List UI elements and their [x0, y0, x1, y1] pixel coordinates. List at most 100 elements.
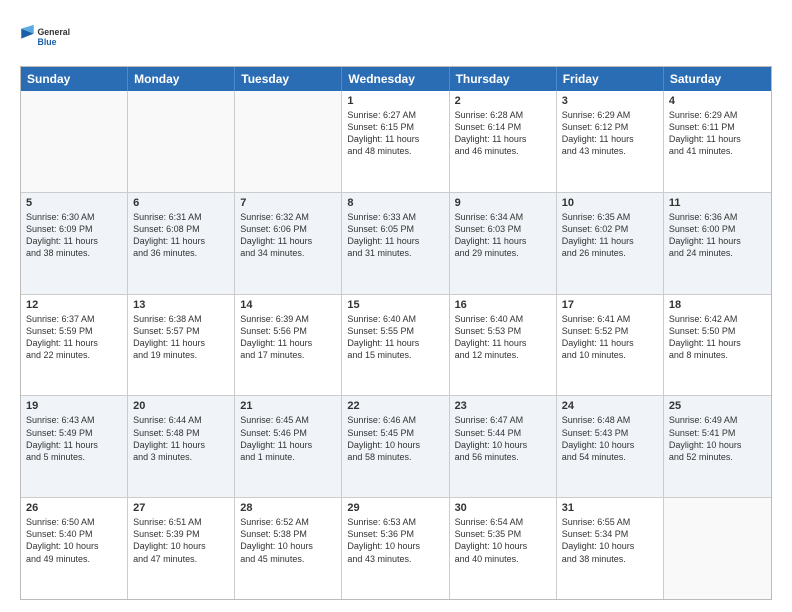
cell-info: Sunrise: 6:46 AMSunset: 5:45 PMDaylight:…	[347, 414, 443, 463]
cell-info: Sunrise: 6:49 AMSunset: 5:41 PMDaylight:…	[669, 414, 766, 463]
day-number: 11	[669, 197, 766, 209]
calendar-row-2: 5 Sunrise: 6:30 AMSunset: 6:09 PMDaylight…	[21, 192, 771, 294]
day-cell-14: 14Sunrise: 6:39 AMSunset: 5:56 PMDayligh…	[235, 295, 342, 396]
day-number: 7	[240, 197, 336, 209]
cell-info: Sunrise: 6:48 AMSunset: 5:43 PMDaylight:…	[562, 414, 658, 463]
empty-cell	[235, 91, 342, 192]
svg-text:General: General	[38, 27, 71, 37]
day-cell-6: 6 Sunrise: 6:31 AMSunset: 6:08 PMDaylight…	[128, 193, 235, 294]
day-cell-10: 10Sunrise: 6:35 AMSunset: 6:02 PMDayligh…	[557, 193, 664, 294]
day-cell-3: 3 Sunrise: 6:29 AMSunset: 6:12 PMDaylight…	[557, 91, 664, 192]
cell-info: Sunrise: 6:27 AMSunset: 6:15 PMDaylight:…	[347, 109, 443, 158]
day-number: 23	[455, 400, 551, 412]
day-cell-1: 1 Sunrise: 6:27 AMSunset: 6:15 PMDaylight…	[342, 91, 449, 192]
day-number: 16	[455, 299, 551, 311]
cell-info: Sunrise: 6:53 AMSunset: 5:36 PMDaylight:…	[347, 516, 443, 565]
day-number: 27	[133, 502, 229, 514]
day-number: 13	[133, 299, 229, 311]
day-cell-27: 27 Sunrise: 6:51 AMSunset: 5:39 PMDayligh…	[128, 498, 235, 599]
day-number: 29	[347, 502, 443, 514]
cell-info: Sunrise: 6:50 AMSunset: 5:40 PMDaylight:…	[26, 516, 122, 565]
day-cell-21: 21Sunrise: 6:45 AMSunset: 5:46 PMDayligh…	[235, 396, 342, 497]
cell-info: Sunrise: 6:38 AMSunset: 5:57 PMDaylight:…	[133, 313, 229, 362]
day-cell-20: 20 Sunrise: 6:44 AMSunset: 5:48 PMDayligh…	[128, 396, 235, 497]
header-day-saturday: Saturday	[664, 67, 771, 91]
header-day-wednesday: Wednesday	[342, 67, 449, 91]
cell-info: Sunrise: 6:52 AMSunset: 5:38 PMDaylight:…	[240, 516, 336, 565]
day-cell-31: 31 Sunrise: 6:55 AMSunset: 5:34 PMDayligh…	[557, 498, 664, 599]
cell-info: Sunrise: 6:37 AMSunset: 5:59 PMDaylight:…	[26, 313, 122, 362]
day-cell-24: 24 Sunrise: 6:48 AMSunset: 5:43 PMDayligh…	[557, 396, 664, 497]
header-day-sunday: Sunday	[21, 67, 128, 91]
day-cell-18: 18 Sunrise: 6:42 AMSunset: 5:50 PMDayligh…	[664, 295, 771, 396]
day-number: 15	[347, 299, 443, 311]
cell-info: Sunrise: 6:44 AMSunset: 5:48 PMDaylight:…	[133, 414, 229, 463]
day-cell-17: 17Sunrise: 6:41 AMSunset: 5:52 PMDayligh…	[557, 295, 664, 396]
cell-info: Sunrise: 6:32 AMSunset: 6:06 PMDaylight:…	[240, 211, 336, 260]
day-cell-29: 29 Sunrise: 6:53 AMSunset: 5:36 PMDayligh…	[342, 498, 449, 599]
cell-info: Sunrise: 6:28 AMSunset: 6:14 PMDaylight:…	[455, 109, 551, 158]
day-cell-4: 4Sunrise: 6:29 AMSunset: 6:11 PMDaylight…	[664, 91, 771, 192]
day-number: 19	[26, 400, 122, 412]
empty-cell	[664, 498, 771, 599]
day-cell-16: 16 Sunrise: 6:40 AMSunset: 5:53 PMDayligh…	[450, 295, 557, 396]
day-number: 6	[133, 197, 229, 209]
day-number: 9	[455, 197, 551, 209]
empty-cell	[21, 91, 128, 192]
day-number: 18	[669, 299, 766, 311]
day-number: 21	[240, 400, 336, 412]
day-number: 20	[133, 400, 229, 412]
empty-cell	[128, 91, 235, 192]
day-number: 14	[240, 299, 336, 311]
cell-info: Sunrise: 6:43 AMSunset: 5:49 PMDaylight:…	[26, 414, 122, 463]
cell-info: Sunrise: 6:31 AMSunset: 6:08 PMDaylight:…	[133, 211, 229, 260]
day-number: 25	[669, 400, 766, 412]
day-cell-7: 7 Sunrise: 6:32 AMSunset: 6:06 PMDaylight…	[235, 193, 342, 294]
cell-info: Sunrise: 6:55 AMSunset: 5:34 PMDaylight:…	[562, 516, 658, 565]
cell-info: Sunrise: 6:42 AMSunset: 5:50 PMDaylight:…	[669, 313, 766, 362]
day-number: 2	[455, 95, 551, 107]
day-number: 4	[669, 95, 766, 107]
header-day-tuesday: Tuesday	[235, 67, 342, 91]
day-number: 30	[455, 502, 551, 514]
day-number: 17	[562, 299, 658, 311]
day-number: 31	[562, 502, 658, 514]
svg-text:Blue: Blue	[38, 37, 57, 47]
day-number: 26	[26, 502, 122, 514]
cell-info: Sunrise: 6:33 AMSunset: 6:05 PMDaylight:…	[347, 211, 443, 260]
cell-info: Sunrise: 6:36 AMSunset: 6:00 PMDaylight:…	[669, 211, 766, 260]
header-day-monday: Monday	[128, 67, 235, 91]
calendar-row-1: 1 Sunrise: 6:27 AMSunset: 6:15 PMDaylight…	[21, 91, 771, 192]
day-cell-13: 13 Sunrise: 6:38 AMSunset: 5:57 PMDayligh…	[128, 295, 235, 396]
day-cell-12: 12Sunrise: 6:37 AMSunset: 5:59 PMDayligh…	[21, 295, 128, 396]
day-number: 3	[562, 95, 658, 107]
day-cell-19: 19 Sunrise: 6:43 AMSunset: 5:49 PMDayligh…	[21, 396, 128, 497]
cell-info: Sunrise: 6:54 AMSunset: 5:35 PMDaylight:…	[455, 516, 551, 565]
day-number: 28	[240, 502, 336, 514]
day-cell-28: 28 Sunrise: 6:52 AMSunset: 5:38 PMDayligh…	[235, 498, 342, 599]
cell-info: Sunrise: 6:47 AMSunset: 5:44 PMDaylight:…	[455, 414, 551, 463]
cell-info: Sunrise: 6:40 AMSunset: 5:55 PMDaylight:…	[347, 313, 443, 362]
calendar: SundayMondayTuesdayWednesdayThursdayFrid…	[20, 66, 772, 600]
day-number: 24	[562, 400, 658, 412]
cell-info: Sunrise: 6:35 AMSunset: 6:02 PMDaylight:…	[562, 211, 658, 260]
cell-info: Sunrise: 6:29 AMSunset: 6:12 PMDaylight:…	[562, 109, 658, 158]
cell-info: Sunrise: 6:51 AMSunset: 5:39 PMDaylight:…	[133, 516, 229, 565]
day-number: 1	[347, 95, 443, 107]
page-header: General Blue	[20, 18, 772, 58]
day-number: 5	[26, 197, 122, 209]
calendar-row-3: 12Sunrise: 6:37 AMSunset: 5:59 PMDayligh…	[21, 294, 771, 396]
day-cell-8: 8 Sunrise: 6:33 AMSunset: 6:05 PMDaylight…	[342, 193, 449, 294]
day-cell-15: 15 Sunrise: 6:40 AMSunset: 5:55 PMDayligh…	[342, 295, 449, 396]
day-cell-25: 25 Sunrise: 6:49 AMSunset: 5:41 PMDayligh…	[664, 396, 771, 497]
logo-svg: General Blue	[20, 18, 70, 58]
logo: General Blue	[20, 18, 70, 58]
day-cell-5: 5 Sunrise: 6:30 AMSunset: 6:09 PMDaylight…	[21, 193, 128, 294]
day-cell-23: 23 Sunrise: 6:47 AMSunset: 5:44 PMDayligh…	[450, 396, 557, 497]
day-cell-26: 26 Sunrise: 6:50 AMSunset: 5:40 PMDayligh…	[21, 498, 128, 599]
cell-info: Sunrise: 6:30 AMSunset: 6:09 PMDaylight:…	[26, 211, 122, 260]
cell-info: Sunrise: 6:40 AMSunset: 5:53 PMDaylight:…	[455, 313, 551, 362]
day-number: 8	[347, 197, 443, 209]
cell-info: Sunrise: 6:34 AMSunset: 6:03 PMDaylight:…	[455, 211, 551, 260]
day-cell-9: 9 Sunrise: 6:34 AMSunset: 6:03 PMDaylight…	[450, 193, 557, 294]
